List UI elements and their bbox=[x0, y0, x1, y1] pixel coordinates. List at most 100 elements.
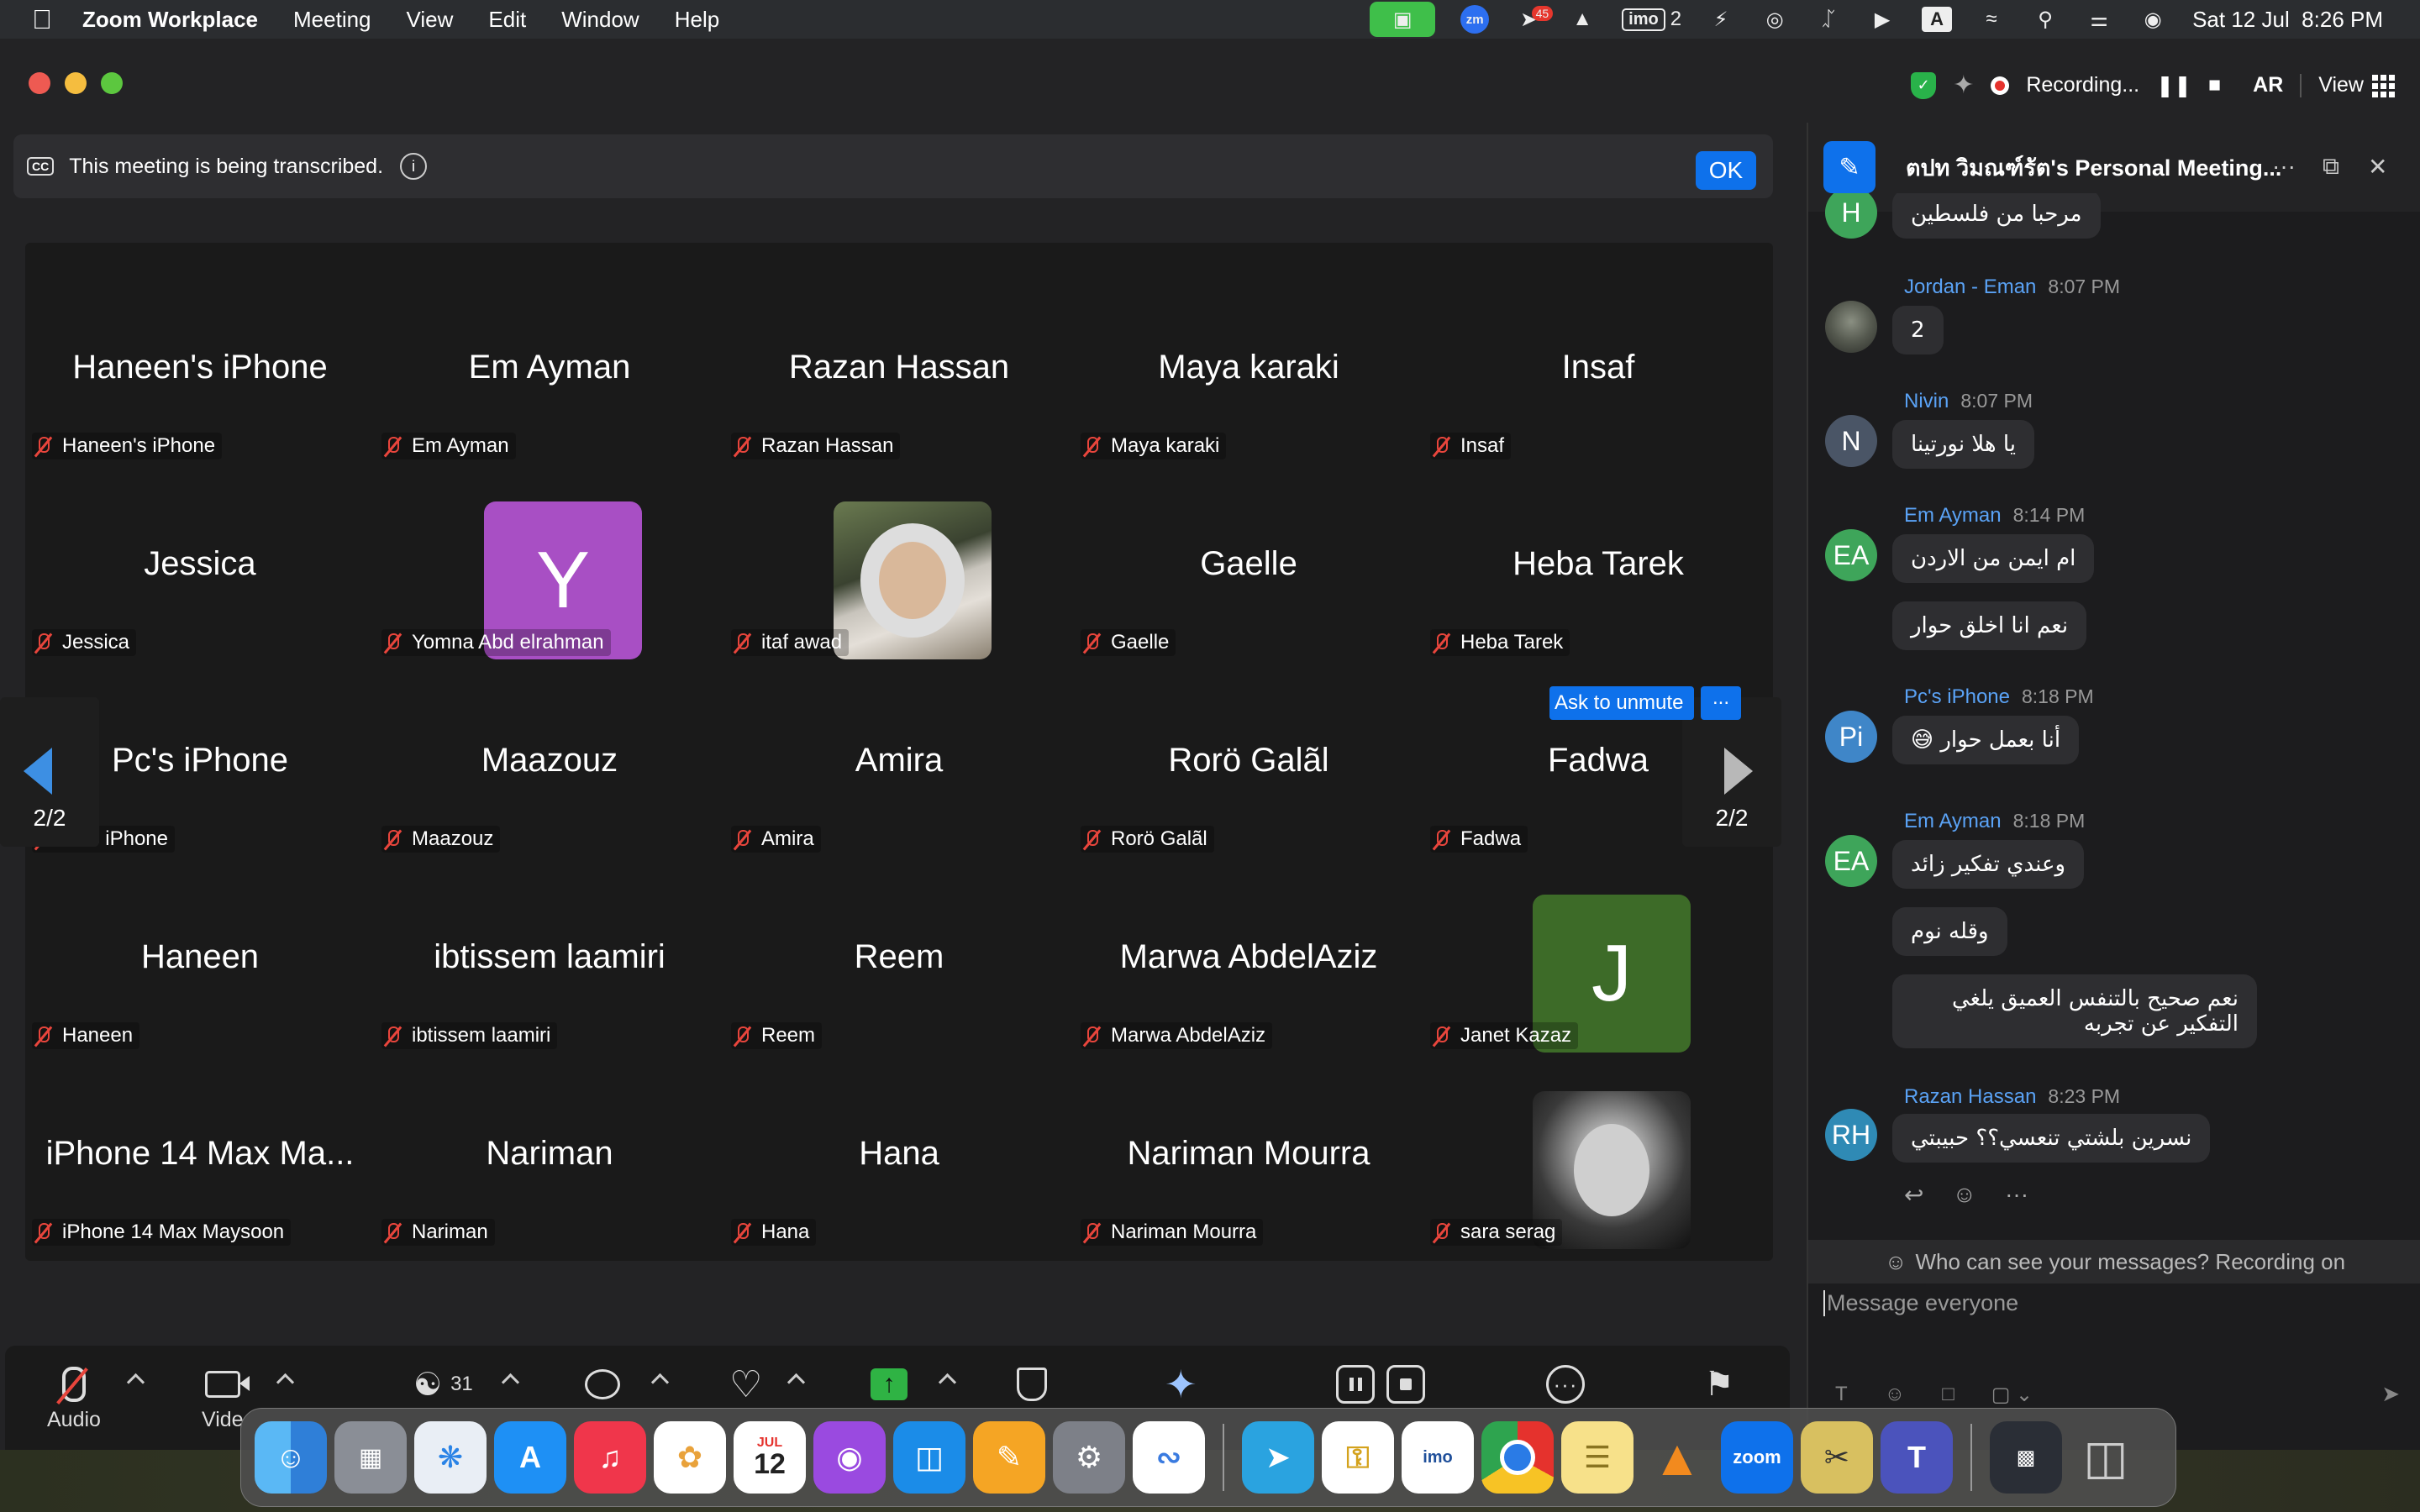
sender-name[interactable]: Jordan - Eman bbox=[1904, 276, 2036, 298]
send-icon[interactable]: ➤ bbox=[2381, 1381, 2400, 1407]
avatar[interactable]: N bbox=[1825, 415, 1877, 467]
participants-button[interactable]: ☯ 31 bbox=[413, 1361, 473, 1408]
format-text-icon[interactable]: T bbox=[1835, 1383, 1848, 1407]
input-source-icon[interactable]: A bbox=[1922, 7, 1953, 32]
participant-tile[interactable]: Jessica Jessica bbox=[25, 465, 375, 661]
message-input[interactable]: Message everyone bbox=[1823, 1290, 2018, 1316]
encryption-shield-icon[interactable]: ✓ bbox=[1911, 71, 1937, 99]
siri-icon[interactable]: ◉ bbox=[2139, 8, 2167, 31]
sender-name[interactable]: Nivin bbox=[1904, 390, 1949, 412]
language-indicator[interactable]: AR bbox=[2253, 73, 2283, 97]
chat-button[interactable] bbox=[585, 1361, 620, 1408]
calendar-icon[interactable]: JUL 12 bbox=[734, 1421, 806, 1494]
menu-edit[interactable]: Edit bbox=[488, 7, 526, 33]
info-icon[interactable]: i bbox=[400, 153, 428, 180]
menu-meeting[interactable]: Meeting bbox=[293, 7, 371, 33]
zoom-app-icon[interactable]: zoom bbox=[1721, 1421, 1793, 1494]
ok-button[interactable]: OK bbox=[1696, 151, 1756, 190]
participant-tile[interactable]: sara serag bbox=[1423, 1054, 1773, 1251]
avatar[interactable]: H bbox=[1825, 193, 1877, 239]
participant-tile[interactable]: Gaelle Gaelle bbox=[1074, 465, 1423, 661]
pages-icon[interactable]: ✎ bbox=[973, 1421, 1045, 1494]
wifi-icon[interactable]: ≈ bbox=[1977, 8, 2006, 31]
keynote-icon[interactable]: ◫ bbox=[893, 1421, 965, 1494]
telegram-icon[interactable]: ➤ bbox=[1242, 1421, 1314, 1494]
safari-icon[interactable]: ❋ bbox=[414, 1421, 487, 1494]
participant-tile[interactable]: itaf awad bbox=[724, 465, 1074, 661]
spotlight-icon[interactable]: ⚲ bbox=[2031, 8, 2060, 31]
avatar[interactable] bbox=[1825, 301, 1877, 353]
share-screen-button[interactable]: ↑ bbox=[871, 1361, 908, 1408]
emoji-icon[interactable]: ☺ bbox=[1885, 1383, 1906, 1407]
participant-tile[interactable]: J Janet Kazaz bbox=[1423, 858, 1773, 1054]
zoom-video-icon[interactable]: ▣ bbox=[1370, 2, 1436, 37]
sender-line[interactable]: Em Ayman 8:18 PM bbox=[1904, 810, 2085, 833]
participant-tile[interactable]: Heba Tarek Heba Tarek bbox=[1423, 465, 1773, 661]
sender-line[interactable]: Razan Hassan 8:23 PM bbox=[1904, 1085, 2120, 1109]
share-options-chevron-icon[interactable] bbox=[938, 1373, 957, 1392]
podcasts-icon[interactable]: ◉ bbox=[813, 1421, 886, 1494]
participant-tile[interactable]: Nariman Mourra Nariman Mourra bbox=[1074, 1054, 1423, 1251]
apple-menu-icon[interactable]:  bbox=[32, 4, 52, 35]
message-bubble[interactable]: نعم انا اخلق حوار bbox=[1892, 601, 2087, 650]
stop-recording-icon[interactable]: ■ bbox=[2208, 73, 2221, 97]
vlc-icon[interactable]: ▲ bbox=[1568, 8, 1597, 31]
app-store-icon[interactable]: A bbox=[494, 1421, 566, 1494]
view-button[interactable]: View bbox=[2318, 73, 2395, 97]
participant-tile[interactable]: Marwa AbdelAziz Marwa AbdelAziz bbox=[1074, 858, 1423, 1054]
participant-tile[interactable]: Maya karaki Maya karaki bbox=[1074, 268, 1423, 465]
menu-help[interactable]: Help bbox=[675, 7, 719, 33]
message-visibility-notice[interactable]: ☺ Who can see your messages? Recording o… bbox=[1808, 1240, 2420, 1284]
pop-out-icon[interactable]: ⧉ bbox=[2323, 153, 2339, 181]
participant-tile[interactable]: Amira Amira bbox=[724, 661, 1074, 858]
participant-tile[interactable]: Maazouz Maazouz bbox=[375, 661, 724, 858]
stop-recording-button[interactable] bbox=[1386, 1361, 1425, 1408]
more-button[interactable]: ··· bbox=[1546, 1361, 1585, 1408]
compose-edit-icon[interactable]: ✎ bbox=[1823, 141, 1876, 193]
keychain-icon[interactable]: ⚿ bbox=[1322, 1421, 1394, 1494]
message-bubble[interactable]: 2 bbox=[1892, 306, 1944, 354]
fullscreen-window-button[interactable] bbox=[101, 72, 123, 94]
sender-line[interactable]: Nivin 8:07 PM bbox=[1904, 390, 2033, 413]
sender-name[interactable]: Em Ayman bbox=[1904, 504, 2002, 527]
video-options-chevron-icon[interactable] bbox=[276, 1373, 295, 1392]
minimize-window-button[interactable] bbox=[65, 72, 87, 94]
ask-to-unmute-button[interactable]: Ask to unmute bbox=[1549, 686, 1694, 720]
participant-tile[interactable]: Haneen Haneen bbox=[25, 858, 375, 1054]
zm-icon[interactable]: zm bbox=[1460, 5, 1490, 34]
sender-name[interactable]: Pc's iPhone bbox=[1904, 685, 2010, 708]
participant-tile[interactable]: Hana Hana bbox=[724, 1054, 1074, 1251]
reactions-button[interactable]: ♡ bbox=[729, 1361, 762, 1408]
vlc-icon[interactable]: ▲ bbox=[1641, 1421, 1713, 1494]
tile-more-options-button[interactable]: ... bbox=[1701, 686, 1741, 720]
participant-tile[interactable]: Reem Reem bbox=[724, 858, 1074, 1054]
recent-window-icon[interactable]: ▩ bbox=[1990, 1421, 2062, 1494]
audio-button[interactable]: Audio bbox=[47, 1361, 101, 1432]
chrome-icon[interactable] bbox=[1481, 1421, 1554, 1494]
chat-options-chevron-icon[interactable] bbox=[650, 1373, 670, 1392]
menu-window[interactable]: Window bbox=[561, 7, 639, 33]
control-center-icon[interactable]: ⚌ bbox=[2085, 8, 2113, 31]
notes-icon[interactable]: ☰ bbox=[1561, 1421, 1634, 1494]
airdrop-icon[interactable]: ◎ bbox=[1760, 8, 1789, 31]
participant-tile[interactable]: Razan Hassan Razan Hassan bbox=[724, 268, 1074, 465]
participant-tile[interactable]: ibtissem laamiri ibtissem laamiri bbox=[375, 858, 724, 1054]
reactions-options-chevron-icon[interactable] bbox=[786, 1373, 806, 1392]
sender-line[interactable]: Em Ayman 8:14 PM bbox=[1904, 504, 2085, 528]
apps-button[interactable]: ⚑ bbox=[1704, 1361, 1734, 1408]
pause-recording-icon[interactable]: ❚❚ bbox=[2156, 73, 2191, 98]
screenshot-icon[interactable]: ▢ ⌄ bbox=[1991, 1383, 2033, 1407]
system-toolkit-icon[interactable]: ✂ bbox=[1801, 1421, 1873, 1494]
participant-tile[interactable]: Haneen's iPhone Haneen's iPhone bbox=[25, 268, 375, 465]
previous-page-button[interactable]: 2/2 bbox=[0, 697, 99, 847]
add-reaction-icon[interactable]: ☺ bbox=[1952, 1181, 1976, 1209]
avatar[interactable]: Pi bbox=[1825, 711, 1877, 763]
participant-tile[interactable]: Rorö Galãl Rorö Galãl bbox=[1074, 661, 1423, 858]
participants-options-chevron-icon[interactable] bbox=[501, 1373, 520, 1392]
telegram-icon[interactable]: ➤ 45 bbox=[1514, 6, 1554, 31]
audio-options-chevron-icon[interactable] bbox=[126, 1373, 145, 1392]
message-bubble[interactable]: أنا بعمل حوار 😅 bbox=[1892, 716, 2080, 764]
participant-tile[interactable]: Y Yomna Abd elrahman bbox=[375, 465, 724, 661]
video-button[interactable]: Video bbox=[202, 1361, 250, 1432]
participant-tile[interactable]: Insaf Insaf bbox=[1423, 268, 1773, 465]
